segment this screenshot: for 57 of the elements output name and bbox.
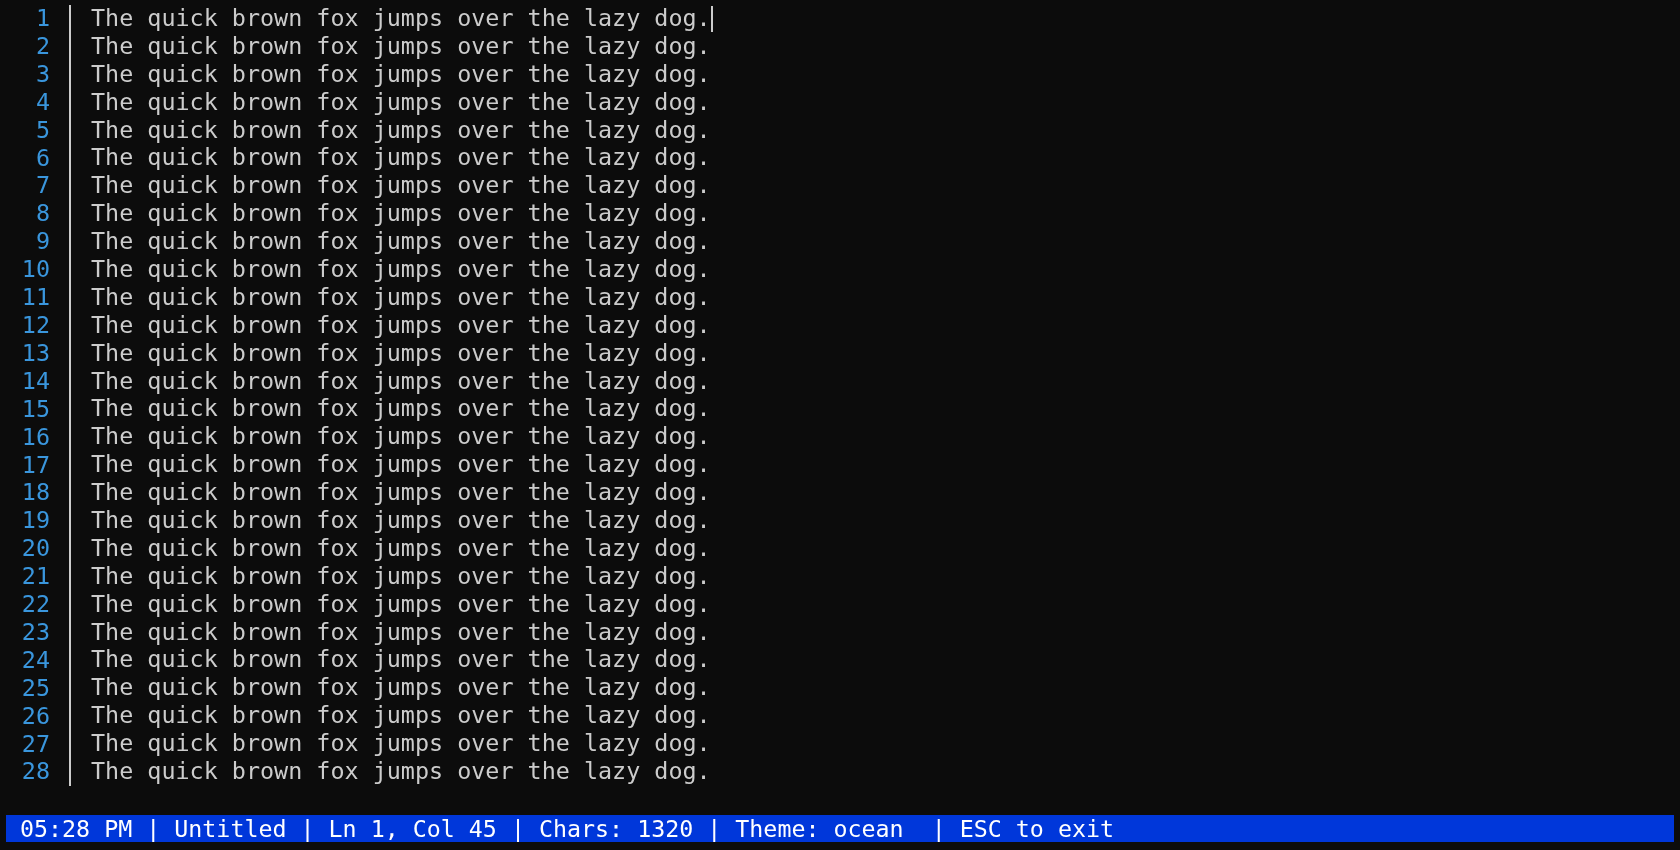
code-line: The quick brown fox jumps over the lazy dog.	[91, 32, 711, 61]
code-line: The quick brown fox jumps over the lazy dog.	[91, 5, 711, 33]
line-number: 17	[21, 451, 50, 480]
line-number: 7	[35, 172, 50, 201]
code-line: The quick brown fox jumps over the lazy dog.	[91, 172, 711, 201]
code-line: The quick brown fox jumps over the lazy dog.	[91, 395, 711, 424]
code-line: The quick brown fox jumps over the lazy dog.	[91, 562, 711, 591]
line-number: 21	[21, 563, 50, 592]
code-line: The quick brown fox jumps over the lazy dog.	[91, 479, 711, 508]
line-number: 16	[21, 423, 50, 452]
line-number: 4	[35, 88, 50, 117]
line-number: 20	[21, 535, 50, 564]
code-line: The quick brown fox jumps over the lazy dog.	[91, 256, 711, 284]
code-line: The quick brown fox jumps over the lazy dog.	[91, 730, 711, 759]
line-number: 14	[21, 367, 50, 396]
code-line: The quick brown fox jumps over the lazy dog.	[91, 451, 711, 480]
status-text: 05:28 PM | Untitled | Ln 1, Col 45 | Chars: 1320 | Theme: ocean | ESC to exit	[20, 817, 1115, 841]
code-line: The quick brown fox jumps over the lazy dog.	[91, 423, 711, 452]
line-number: 1	[35, 5, 50, 33]
line-number: 5	[35, 116, 50, 145]
code-line: The quick brown fox jumps over the lazy dog.	[91, 116, 711, 145]
code-line: The quick brown fox jumps over the lazy dog.	[91, 283, 711, 312]
line-number: 12	[21, 311, 50, 340]
code-line: The quick brown fox jumps over the lazy dog.	[91, 88, 711, 117]
line-number: 24	[21, 646, 50, 675]
code-line: The quick brown fox jumps over the lazy dog.	[91, 758, 711, 786]
line-number: 27	[21, 730, 50, 759]
code-line: The quick brown fox jumps over the lazy dog.	[91, 507, 711, 535]
line-number: 9	[35, 228, 50, 257]
line-number: 6	[35, 144, 50, 173]
code-line: The quick brown fox jumps over the lazy dog.	[91, 674, 711, 703]
line-number: 23	[21, 618, 50, 647]
line-number: 28	[21, 758, 50, 787]
code-line: The quick brown fox jumps over the lazy dog.	[91, 367, 711, 396]
line-number: 10	[21, 256, 50, 285]
code-line: The quick brown fox jumps over the lazy dog.	[91, 618, 711, 647]
code-line: The quick brown fox jumps over the lazy dog.	[91, 646, 711, 675]
code-line: The quick brown fox jumps over the lazy dog.	[91, 60, 711, 89]
line-number: 25	[21, 674, 50, 703]
line-number: 15	[21, 395, 50, 424]
line-number: 19	[21, 507, 50, 536]
code-line: The quick brown fox jumps over the lazy dog.	[91, 228, 711, 257]
code-line: The quick brown fox jumps over the lazy dog.	[91, 339, 711, 368]
code-line: The quick brown fox jumps over the lazy dog.	[91, 311, 711, 340]
line-number: 22	[21, 591, 50, 619]
code-line: The quick brown fox jumps over the lazy dog.	[91, 590, 711, 619]
line-number: 3	[35, 60, 50, 89]
line-number: 8	[35, 200, 50, 229]
line-number: 11	[21, 284, 50, 312]
code-line: The quick brown fox jumps over the lazy dog.	[91, 702, 711, 731]
code-line: The quick brown fox jumps over the lazy dog.	[91, 200, 711, 229]
line-number: 2	[35, 32, 50, 61]
line-number: 13	[21, 339, 50, 368]
code-line: The quick brown fox jumps over the lazy dog.	[91, 144, 711, 173]
line-number: 18	[21, 479, 50, 508]
code-line: The quick brown fox jumps over the lazy dog.	[91, 534, 711, 563]
line-number: 26	[21, 702, 50, 731]
